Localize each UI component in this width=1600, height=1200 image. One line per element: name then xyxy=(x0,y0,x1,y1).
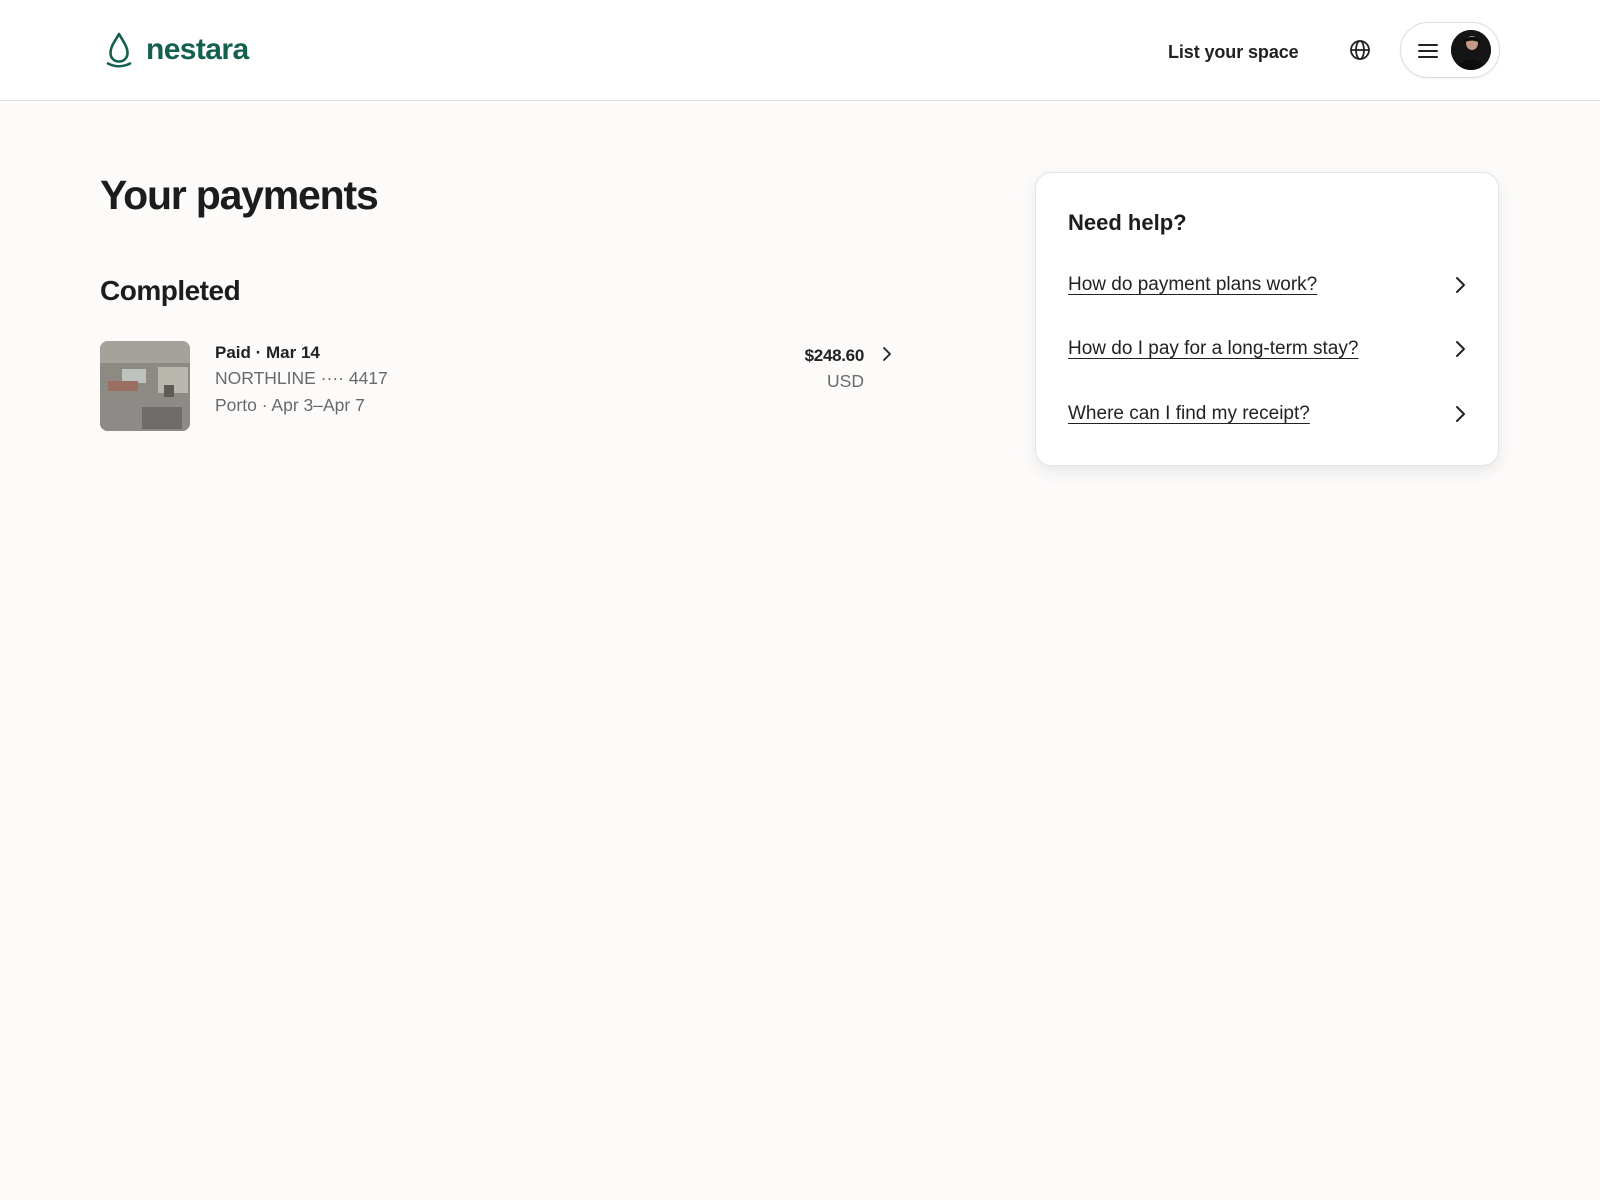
language-button[interactable] xyxy=(1344,32,1376,68)
help-card: Need help? How do payment plans work? Ho… xyxy=(1035,172,1499,466)
top-navigation-bar: nestara List your space xyxy=(0,0,1600,101)
globe-icon xyxy=(1350,40,1370,60)
payment-stay: Porto · Apr 3–Apr 7 xyxy=(215,395,365,415)
droplet-logo-icon xyxy=(106,32,132,68)
brand-logo-link[interactable]: nestara xyxy=(104,30,249,70)
help-link-label: How do payment plans work? xyxy=(1068,274,1318,295)
listing-thumbnail xyxy=(100,341,190,431)
payment-status: Paid · Mar 14 xyxy=(215,343,320,362)
menu-icon xyxy=(1418,44,1438,58)
avatar xyxy=(1451,30,1491,70)
chevron-right-icon xyxy=(1456,406,1465,422)
section-title-completed: Completed xyxy=(100,275,241,306)
payment-amount: $248.60 USD xyxy=(804,344,865,394)
help-link-payment-plans[interactable]: How do payment plans work? xyxy=(1068,269,1468,301)
payment-details: Paid · Mar 14 NORTHLINE ···· 4417 Porto … xyxy=(215,341,388,419)
brand-name: nestara xyxy=(146,33,249,66)
help-link-receipt[interactable]: Where can I find my receipt? xyxy=(1068,398,1468,430)
help-title: Need help? xyxy=(1068,210,1187,235)
chevron-right-icon xyxy=(1456,277,1465,293)
chevron-right-icon xyxy=(1456,341,1465,357)
list-your-space-link[interactable]: List your space xyxy=(1168,38,1299,66)
chevron-right-icon xyxy=(883,347,891,361)
user-menu-button[interactable] xyxy=(1400,22,1500,78)
payment-row[interactable]: Paid · Mar 14 NORTHLINE ···· 4417 Porto … xyxy=(100,341,910,433)
page-title: Your payments xyxy=(100,172,379,218)
amount-currency: USD xyxy=(827,371,864,391)
help-link-label: How do I pay for a long-term stay? xyxy=(1068,338,1359,359)
help-link-long-term-stay[interactable]: How do I pay for a long-term stay? xyxy=(1068,333,1468,365)
amount-value: $248.60 xyxy=(804,346,865,365)
help-link-label: Where can I find my receipt? xyxy=(1068,403,1310,424)
payment-card: NORTHLINE ···· 4417 xyxy=(215,368,388,388)
